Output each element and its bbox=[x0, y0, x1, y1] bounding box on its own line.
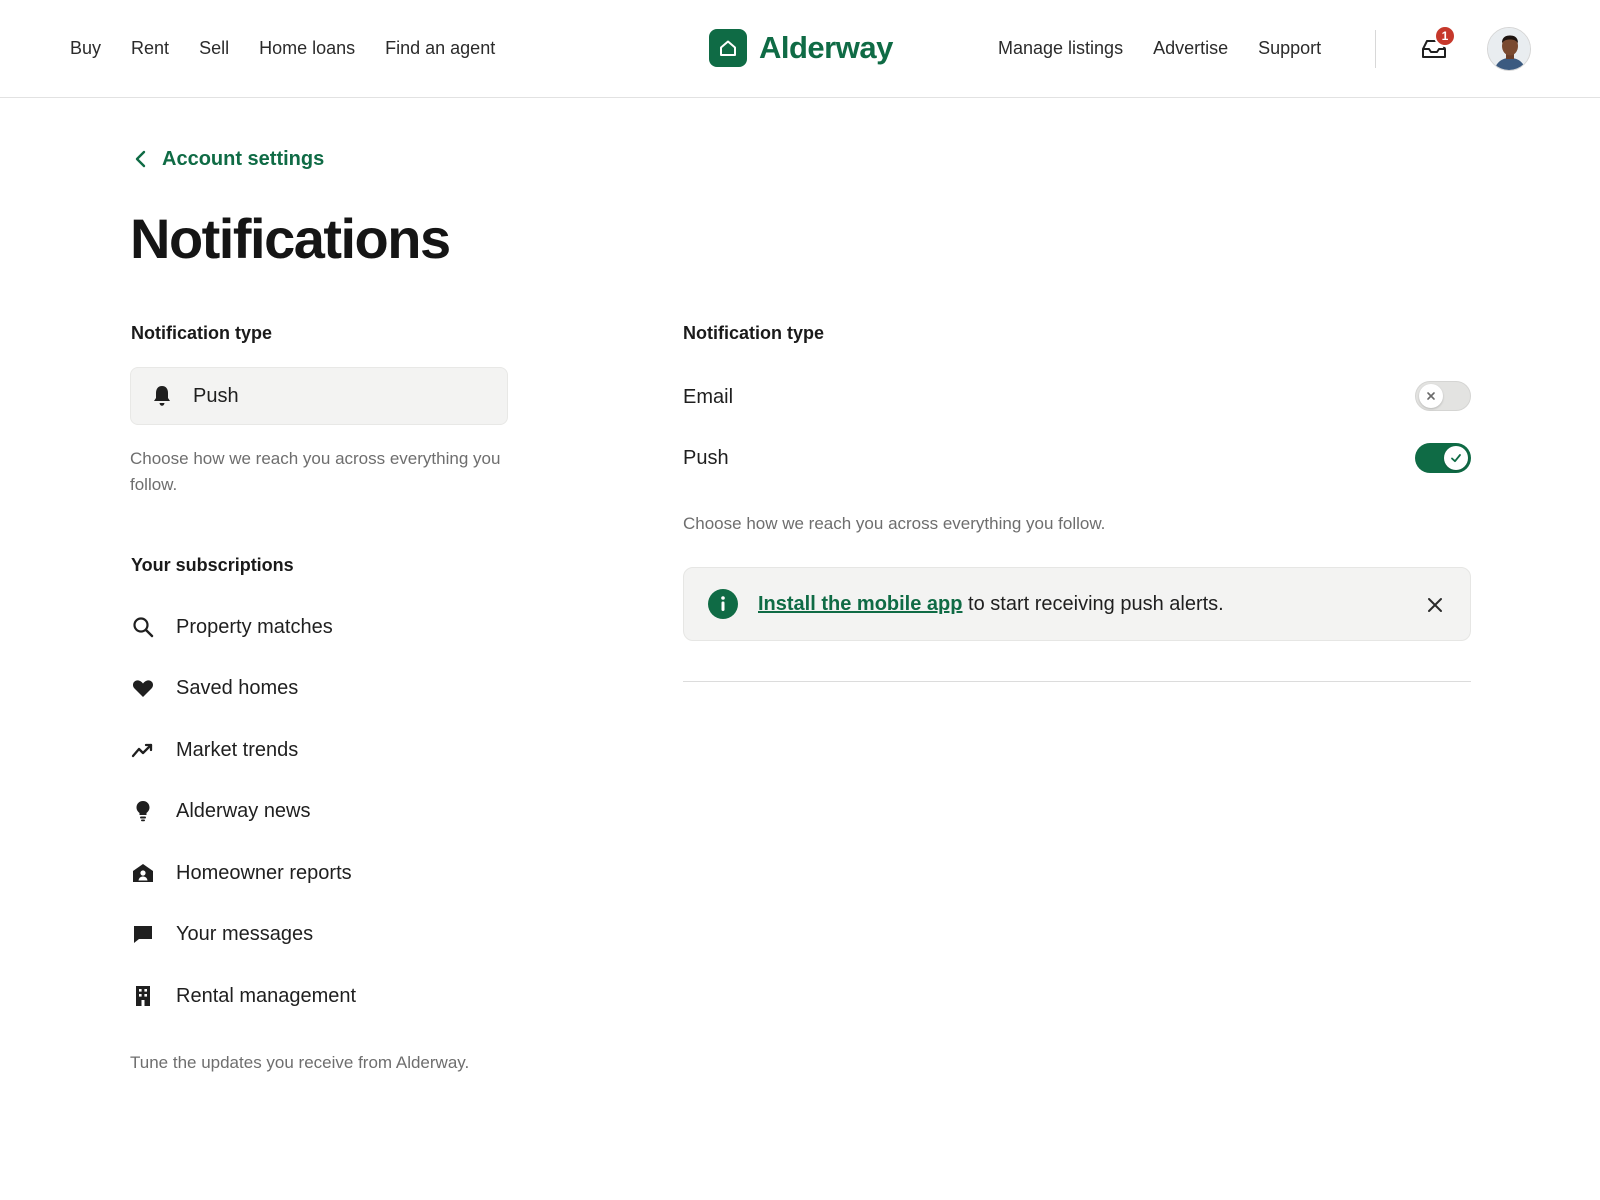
toggle-knob bbox=[1419, 384, 1443, 408]
page-title: Notifications bbox=[130, 207, 451, 270]
email-toggle[interactable] bbox=[1415, 381, 1471, 411]
channel-email-label: Email bbox=[683, 386, 734, 408]
info-icon bbox=[708, 589, 738, 619]
nav-manage-listings[interactable]: Manage listings bbox=[998, 36, 1123, 60]
back-link-label: Account settings bbox=[162, 148, 325, 170]
message-icon bbox=[130, 921, 156, 947]
close-icon bbox=[1428, 598, 1442, 612]
nav-support[interactable]: Support bbox=[1258, 36, 1321, 60]
subscription-label: Saved homes bbox=[176, 677, 299, 699]
trend-icon bbox=[130, 737, 156, 763]
nav-advertise[interactable]: Advertise bbox=[1153, 36, 1228, 60]
subscription-label: Rental management bbox=[176, 985, 357, 1007]
subscription-homeowner-reports[interactable]: Homeowner reports bbox=[130, 860, 352, 886]
search-icon bbox=[130, 614, 156, 640]
section-divider bbox=[683, 681, 1471, 682]
left-section-title: Notification type bbox=[131, 323, 273, 343]
subscription-label: Market trends bbox=[176, 739, 299, 761]
top-navigation-bar: Buy Rent Sell Home loans Find an agent A… bbox=[0, 0, 1600, 98]
subscriptions-footer-note: Tune the updates you receive from Alderw… bbox=[130, 1053, 470, 1072]
push-toggle[interactable] bbox=[1415, 443, 1471, 473]
bell-icon bbox=[154, 386, 170, 406]
subscription-saved-homes[interactable]: Saved homes bbox=[130, 675, 298, 701]
subscription-market-trends[interactable]: Market trends bbox=[130, 737, 298, 763]
selected-notification-type: Push bbox=[193, 384, 239, 407]
banner-close-button[interactable] bbox=[1422, 592, 1448, 618]
x-icon bbox=[1427, 392, 1435, 400]
house-logo-icon bbox=[709, 29, 747, 67]
nav-buy[interactable]: Buy bbox=[70, 36, 101, 60]
subscription-label: Your messages bbox=[176, 923, 314, 945]
brand-logo[interactable]: Alderway bbox=[709, 29, 893, 67]
subscriptions-title: Your subscriptions bbox=[131, 555, 294, 575]
secondary-nav: Manage listings Advertise Support bbox=[998, 36, 1351, 60]
subscription-label: Alderway news bbox=[176, 800, 311, 822]
install-app-banner: Install the mobile app to start receivin… bbox=[683, 567, 1471, 641]
left-description: Choose how we reach you across everythin… bbox=[130, 449, 501, 494]
subscription-label: Property matches bbox=[176, 616, 333, 638]
check-icon bbox=[1451, 454, 1461, 463]
toggle-knob bbox=[1444, 446, 1468, 470]
install-mobile-app-link[interactable]: Install the mobile app bbox=[758, 593, 962, 615]
subscription-rental-management[interactable]: Rental management bbox=[130, 983, 356, 1009]
subscription-your-messages[interactable]: Your messages bbox=[130, 921, 313, 947]
subscription-label: Homeowner reports bbox=[176, 862, 352, 884]
channel-push-label: Push bbox=[683, 447, 729, 469]
lightbulb-icon bbox=[130, 798, 156, 824]
nav-find-an-agent[interactable]: Find an agent bbox=[385, 36, 495, 60]
nav-rent[interactable]: Rent bbox=[131, 36, 169, 60]
primary-nav: Buy Rent Sell Home loans Find an agent bbox=[70, 36, 525, 60]
notification-type-selector[interactable]: Push bbox=[130, 367, 508, 425]
nav-divider bbox=[1375, 30, 1376, 68]
user-avatar[interactable] bbox=[1487, 27, 1531, 71]
banner-rest-text: to start receiving push alerts. bbox=[962, 593, 1224, 615]
right-description: Choose how we reach you across everythin… bbox=[683, 514, 1106, 533]
nav-home-loans[interactable]: Home loans bbox=[259, 36, 355, 60]
heart-icon bbox=[130, 675, 156, 701]
right-section-title: Notification type bbox=[683, 323, 825, 343]
chevron-left-icon bbox=[135, 150, 146, 168]
subscription-property-matches[interactable]: Property matches bbox=[130, 614, 333, 640]
house-person-icon bbox=[130, 860, 156, 886]
banner-text: Install the mobile app to start receivin… bbox=[758, 591, 1224, 617]
notification-count-badge: 1 bbox=[1434, 25, 1456, 47]
back-to-account-settings[interactable]: Account settings bbox=[134, 146, 324, 172]
subscription-alderway-news[interactable]: Alderway news bbox=[130, 798, 311, 824]
brand-name: Alderway bbox=[759, 30, 893, 65]
building-icon bbox=[130, 983, 156, 1009]
nav-sell[interactable]: Sell bbox=[199, 36, 229, 60]
